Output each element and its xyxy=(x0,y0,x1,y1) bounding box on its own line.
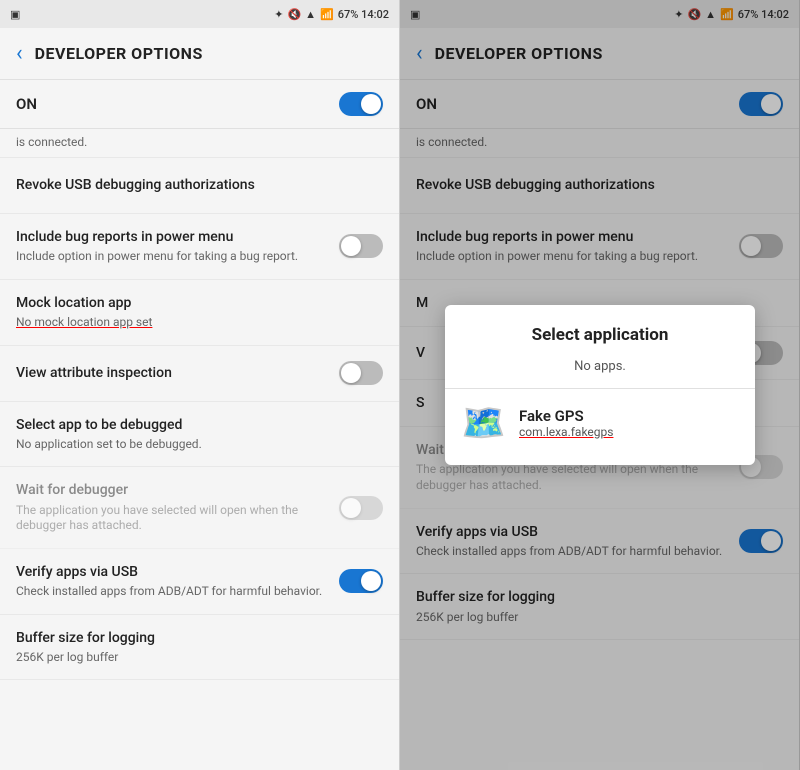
left-wait-debugger-toggle xyxy=(339,496,383,520)
status-bar-right-info: ✦ 🔇 ▲ 📶 67% 14:02 xyxy=(274,8,389,21)
left-setting-view-attribute[interactable]: View attribute inspection xyxy=(0,346,399,402)
dialog-overlay[interactable]: Select application No apps. 🗺️ Fake GPS … xyxy=(400,0,800,770)
left-setting-wait-debugger: Wait for debugger The application you ha… xyxy=(0,467,399,548)
left-is-connected: is connected. xyxy=(0,129,399,158)
dialog-fake-gps-row[interactable]: 🗺️ Fake GPS com.lexa.fakegps xyxy=(445,389,755,457)
left-on-toggle[interactable] xyxy=(339,92,383,116)
left-header: ‹ DEVELOPER OPTIONS xyxy=(0,28,399,80)
left-settings-list: Revoke USB debugging authorizations Incl… xyxy=(0,158,399,770)
left-phone-panel: ▣ ✦ 🔇 ▲ 📶 67% 14:02 ‹ DEVELOPER OPTIONS … xyxy=(0,0,400,770)
left-setting-revoke-usb[interactable]: Revoke USB debugging authorizations xyxy=(0,158,399,214)
left-select-debug-title: Select app to be debugged xyxy=(16,416,373,434)
left-on-toggle-knob xyxy=(361,94,381,114)
left-wait-debugger-title: Wait for debugger xyxy=(16,481,329,499)
camera-icon: ▣ xyxy=(10,8,20,21)
left-setting-verify-apps[interactable]: Verify apps via USB Check installed apps… xyxy=(0,549,399,615)
left-setting-mock-location[interactable]: Mock location app No mock location app s… xyxy=(0,280,399,346)
left-back-button[interactable]: ‹ xyxy=(16,41,23,66)
select-application-dialog[interactable]: Select application No apps. 🗺️ Fake GPS … xyxy=(445,305,755,465)
fake-gps-icon: 🗺️ xyxy=(461,401,505,445)
bluetooth-icon: ✦ xyxy=(274,8,283,21)
right-phone-panel: ▣ ✦ 🔇 ▲ 📶 67% 14:02 ‹ DEVELOPER OPTIONS … xyxy=(400,0,800,770)
mute-icon: 🔇 xyxy=(287,8,301,21)
left-mock-location-title: Mock location app xyxy=(16,294,373,312)
left-on-label: ON xyxy=(16,95,37,113)
left-revoke-usb-title: Revoke USB debugging authorizations xyxy=(16,176,373,194)
left-wait-debugger-subtitle: The application you have selected will o… xyxy=(16,503,329,534)
left-bug-reports-toggle-knob xyxy=(341,236,361,256)
fake-gps-info: Fake GPS com.lexa.fakegps xyxy=(519,407,739,439)
left-view-attribute-title: View attribute inspection xyxy=(16,364,329,382)
left-view-attribute-toggle[interactable] xyxy=(339,361,383,385)
left-verify-apps-title: Verify apps via USB xyxy=(16,563,329,581)
left-bug-reports-subtitle: Include option in power menu for taking … xyxy=(16,249,329,265)
left-on-row: ON xyxy=(0,80,399,129)
fake-gps-emoji: 🗺️ xyxy=(461,402,506,444)
left-setting-select-debug[interactable]: Select app to be debugged No application… xyxy=(0,402,399,468)
left-verify-apps-subtitle: Check installed apps from ADB/ADT for ha… xyxy=(16,584,329,600)
status-bar-left-icons: ▣ xyxy=(10,8,20,21)
fake-gps-name: Fake GPS xyxy=(519,407,739,425)
dialog-title: Select application xyxy=(445,325,755,355)
left-view-attribute-toggle-knob xyxy=(341,363,361,383)
signal-icon: 📶 xyxy=(320,8,334,21)
left-buffer-size-subtitle: 256K per log buffer xyxy=(16,650,373,666)
left-select-debug-subtitle: No application set to be debugged. xyxy=(16,437,373,453)
left-verify-apps-toggle-knob xyxy=(361,571,381,591)
left-mock-location-subtitle: No mock location app set xyxy=(16,315,373,331)
left-verify-apps-toggle[interactable] xyxy=(339,569,383,593)
left-wait-debugger-toggle-knob xyxy=(341,498,361,518)
wifi-icon: ▲ xyxy=(305,8,316,21)
left-bug-reports-title: Include bug reports in power menu xyxy=(16,228,329,246)
left-setting-buffer-size[interactable]: Buffer size for logging 256K per log buf… xyxy=(0,615,399,681)
left-status-bar: ▣ ✦ 🔇 ▲ 📶 67% 14:02 xyxy=(0,0,399,28)
left-buffer-size-title: Buffer size for logging xyxy=(16,629,373,647)
fake-gps-package: com.lexa.fakegps xyxy=(519,425,739,439)
battery-percent: 67% 14:02 xyxy=(338,8,389,21)
left-bug-reports-toggle[interactable] xyxy=(339,234,383,258)
left-header-title: DEVELOPER OPTIONS xyxy=(35,44,203,63)
left-setting-bug-reports[interactable]: Include bug reports in power menu Includ… xyxy=(0,214,399,280)
dialog-no-apps: No apps. xyxy=(445,355,755,388)
